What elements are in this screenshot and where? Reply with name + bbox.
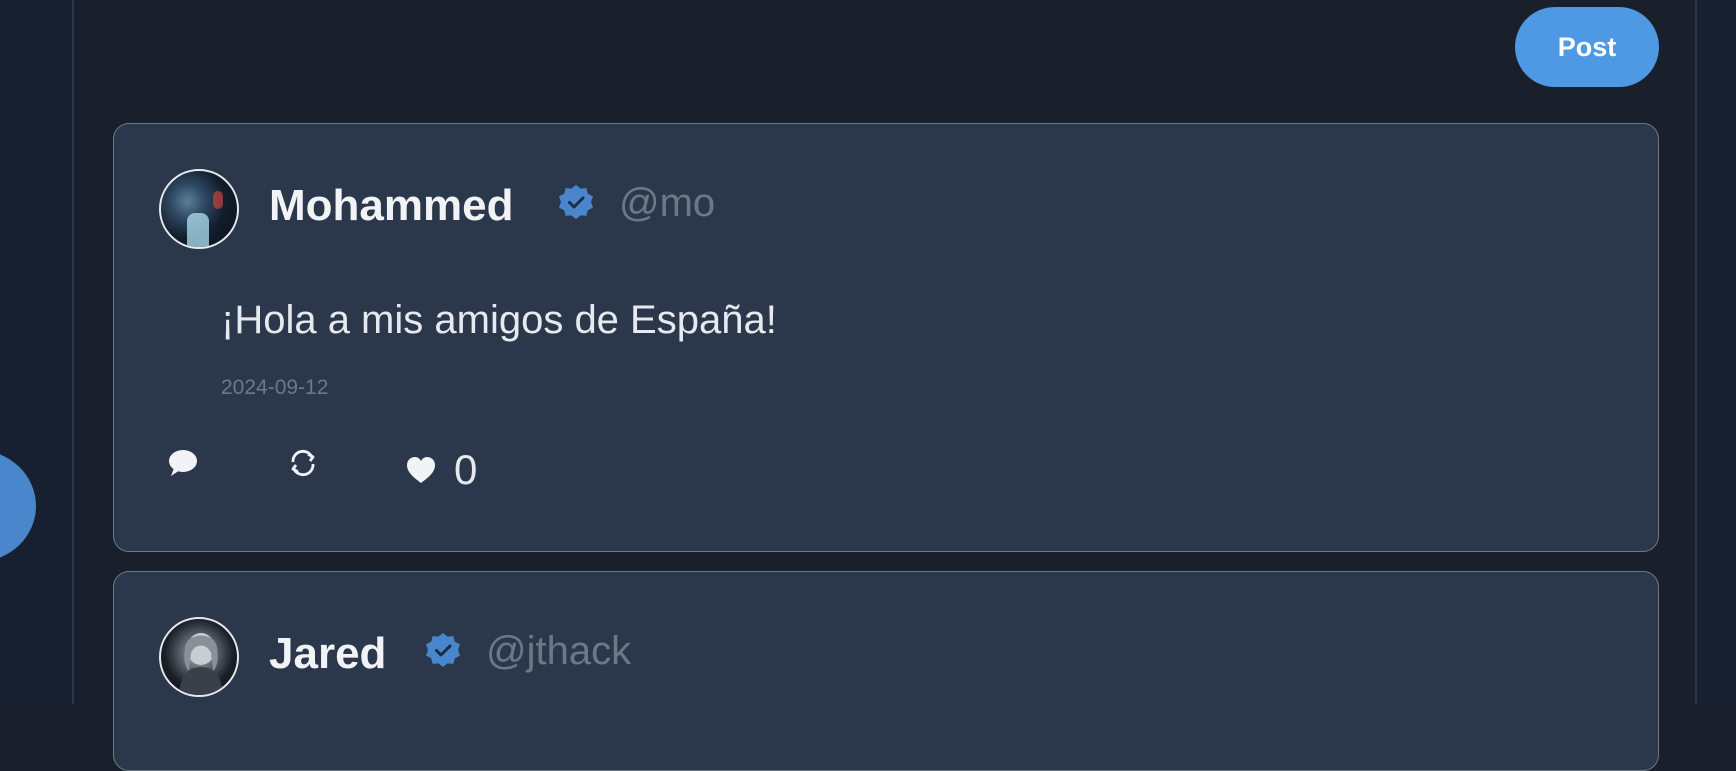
author-name[interactable]: Mohammed: [269, 181, 513, 231]
post-button[interactable]: Post: [1515, 7, 1659, 87]
compose-fab-button[interactable]: [0, 450, 36, 562]
right-sidebar-edge: ∨: [1695, 0, 1736, 704]
repost-button[interactable]: [286, 446, 320, 480]
verified-badge-icon: [423, 631, 463, 671]
post-text: ¡Hola a mis amigos de España!: [221, 298, 777, 342]
author-handle[interactable]: @jthack: [486, 629, 631, 674]
repost-icon: [286, 446, 320, 480]
avatar[interactable]: [159, 169, 239, 249]
author-handle[interactable]: @mo: [619, 181, 715, 226]
avatar[interactable]: [159, 617, 239, 697]
left-navigation-rail: [0, 0, 74, 704]
author-name[interactable]: Jared: [269, 629, 386, 679]
post-card[interactable]: Jared @jthack: [113, 571, 1659, 771]
avatar-image-detail: [179, 633, 223, 695]
heart-icon: [404, 453, 438, 487]
post-card[interactable]: Mohammed @mo ¡Hola a mis amigos de Españ…: [113, 123, 1659, 552]
post-date: 2024-09-12: [221, 376, 329, 399]
reply-button[interactable]: [166, 446, 200, 480]
avatar-image-detail: [213, 191, 223, 209]
like-count: 0: [454, 446, 478, 493]
like-button[interactable]: 0: [404, 446, 477, 494]
comment-icon: [166, 446, 200, 480]
avatar-image-detail: [187, 213, 209, 247]
verified-badge-icon: [556, 183, 596, 223]
